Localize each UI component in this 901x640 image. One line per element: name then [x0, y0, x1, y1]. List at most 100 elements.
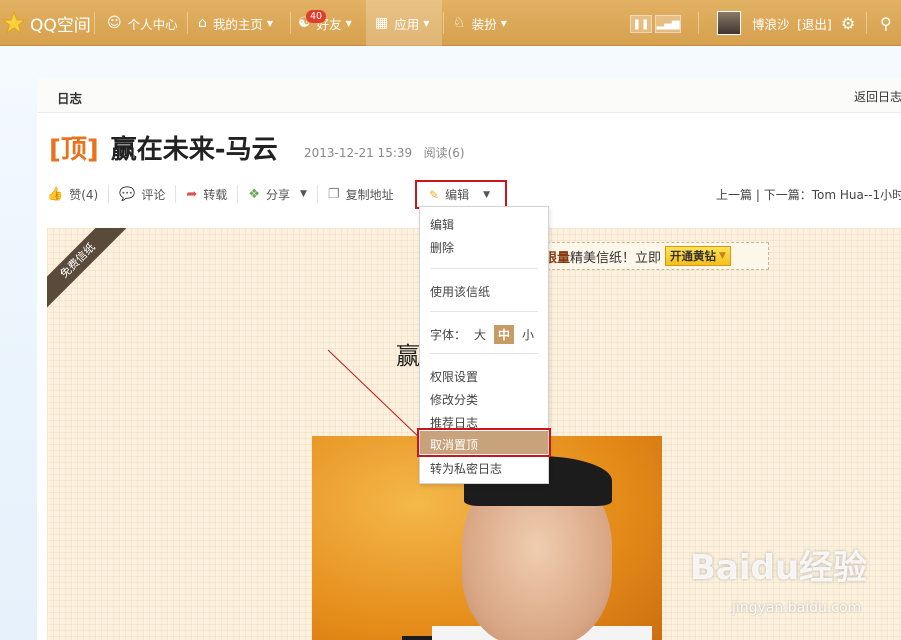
post-meta: 2013-12-21 15:39 阅读(6) — [304, 144, 465, 161]
edit-dropdown-button[interactable]: ✎ 编辑 ▼ — [415, 180, 507, 209]
nav-dress-up[interactable]: ♘ 装扮 ▼ — [453, 8, 507, 38]
baidu-watermark: Baidu经验 — [690, 548, 868, 588]
music-bars-button[interactable]: ▂▄▆ — [655, 15, 681, 33]
tab-blog[interactable]: 日志 — [57, 88, 82, 107]
nav-label: 个人中心 — [127, 16, 178, 32]
comment-label: 评论 — [141, 187, 166, 202]
chevron-down-icon: ▼ — [299, 189, 307, 199]
promo-button-label: 开通黄钻 — [670, 249, 717, 263]
font-size-medium[interactable]: 中 — [494, 325, 515, 344]
share-label: 分享 — [265, 187, 290, 202]
nav-divider — [94, 12, 95, 34]
pause-icon: ❚❚ — [632, 18, 650, 30]
forward-icon: ➦ — [186, 186, 198, 202]
forward-button[interactable]: ➦ 转载 — [186, 186, 227, 203]
nav-label: 我的主页 — [212, 16, 263, 32]
font-size-small[interactable]: 小 — [522, 326, 534, 343]
edit-pencil-icon: ✎ — [429, 187, 440, 202]
settings-button[interactable]: ⚙ — [841, 8, 855, 38]
qzone-logo[interactable]: QQ空间 — [1, 8, 91, 38]
gear-icon: ⚙ — [841, 13, 856, 33]
logout-link[interactable]: [退出] — [797, 8, 832, 38]
chevron-down-icon: ▼ — [266, 18, 274, 28]
username-link[interactable]: 博浪沙 — [752, 8, 790, 38]
nav-divider — [866, 12, 867, 34]
panel-header: 日志 返回日志 — [37, 78, 901, 113]
menu-item-delete[interactable]: 删除 — [430, 239, 454, 256]
copy-icon: ❐ — [327, 186, 340, 202]
article-title-left: 赢 — [396, 342, 420, 370]
ribbon-label: 免费信纸 — [47, 228, 132, 315]
font-size-row: 字体： 大 中 小 — [430, 325, 534, 344]
post-read-count[interactable]: 阅读(6) — [424, 146, 465, 160]
nav-divider — [290, 12, 291, 34]
nav-divider — [187, 12, 188, 34]
post-date: 2013-12-21 15:39 — [304, 146, 413, 160]
action-divider — [237, 185, 239, 203]
post-title-row: [顶] 赢在未来-马云 — [49, 130, 278, 165]
nav-separator: | — [755, 188, 764, 202]
free-stationery-ribbon[interactable]: 免费信纸 — [47, 228, 137, 318]
font-size-large[interactable]: 大 — [474, 326, 486, 343]
edit-label: 编辑 — [445, 188, 470, 202]
pinned-tag: [顶] — [49, 134, 99, 165]
avatar[interactable] — [717, 11, 741, 35]
next-post-link[interactable]: 下一篇：Tom Hua--1小时 — [764, 188, 901, 202]
forward-label: 转载 — [203, 187, 228, 202]
friends-notification-badge: 40 — [306, 10, 327, 23]
top-navigation-bar: QQ空间 ☺ 个人中心 ⌂ 我的主页 ▼ ☯ 好友 ▼ 40 ▦ 应用 ▼ ♘ … — [0, 0, 901, 46]
search-icon: ⚲ — [880, 13, 892, 33]
like-label: 赞(4) — [69, 187, 99, 202]
comment-icon: 💬 — [119, 186, 136, 202]
edit-dropdown-menu: 编辑 删除 使用该信纸 字体： 大 中 小 权限设置 修改分类 推荐日志 取消置… — [417, 206, 551, 484]
copy-label: 复制地址 — [345, 187, 394, 202]
home-icon: ⌂ — [198, 15, 207, 31]
menu-item-permissions[interactable]: 权限设置 — [430, 368, 478, 385]
action-divider — [175, 185, 177, 203]
copy-address-button[interactable]: ❐ 复制地址 — [328, 186, 394, 203]
menu-item-make-private[interactable]: 转为私密日志 — [430, 460, 502, 477]
nav-label: 应用 — [394, 16, 420, 32]
chevron-down-icon: ▼ — [500, 18, 507, 28]
nav-divider — [443, 12, 444, 34]
share-button[interactable]: ❖ 分享 ▼ — [248, 186, 307, 203]
search-button[interactable]: ⚲ — [880, 8, 892, 38]
comment-button[interactable]: 💬 评论 — [119, 186, 165, 203]
post-action-bar: 👍 赞(4) 💬 评论 ➦ 转载 ❖ 分享 ▼ ❐ 复制地址 — [47, 184, 394, 204]
logout-label: [退出] — [797, 16, 832, 32]
username: 博浪沙 — [752, 16, 790, 32]
back-to-blog-link[interactable]: 返回日志 — [854, 88, 901, 105]
prev-post-link[interactable]: 上一篇 — [716, 188, 752, 202]
equalizer-icon: ▂▄▆ — [656, 18, 680, 30]
shirt-icon: ♘ — [453, 15, 466, 31]
diamond-icon: ▼ — [719, 251, 726, 261]
baidu-watermark-url: jingyan.baidu.com — [732, 600, 862, 616]
chevron-down-icon: ▼ — [483, 189, 490, 200]
nav-my-homepage[interactable]: ⌂ 我的主页 ▼ — [198, 8, 273, 38]
stationery-promo: 限量 精美信纸！立即 开通黄钻 ▼ — [537, 242, 769, 270]
nav-divider — [698, 12, 699, 34]
chevron-down-icon: ▼ — [345, 18, 352, 28]
logo-text: QQ空间 — [30, 15, 91, 36]
menu-item-edit[interactable]: 编辑 — [430, 216, 454, 233]
menu-divider — [430, 353, 538, 354]
star-logo-icon — [1, 10, 27, 35]
open-yellow-diamond-button[interactable]: 开通黄钻 ▼ — [665, 246, 731, 266]
promo-text: 精美信纸！立即 — [570, 250, 662, 266]
nav-label: 装扮 — [471, 16, 497, 32]
menu-item-change-category[interactable]: 修改分类 — [430, 391, 478, 408]
pause-music-button[interactable]: ❚❚ — [630, 15, 652, 33]
like-button[interactable]: 👍 赞(4) — [47, 186, 98, 203]
annotation-highlight-box — [417, 428, 551, 457]
menu-divider — [430, 268, 538, 269]
action-divider — [108, 185, 110, 203]
menu-item-use-stationery[interactable]: 使用该信纸 — [430, 283, 490, 300]
menu-divider — [430, 311, 538, 312]
action-divider — [316, 185, 318, 203]
user-icon: ☺ — [107, 15, 122, 31]
font-size-label: 字体： — [430, 328, 467, 342]
nav-apps[interactable]: ▦ 应用 ▼ — [375, 8, 429, 38]
thumbs-up-icon: 👍 — [47, 186, 64, 202]
share-icon: ❖ — [248, 186, 260, 202]
nav-personal-center[interactable]: ☺ 个人中心 — [107, 8, 178, 38]
